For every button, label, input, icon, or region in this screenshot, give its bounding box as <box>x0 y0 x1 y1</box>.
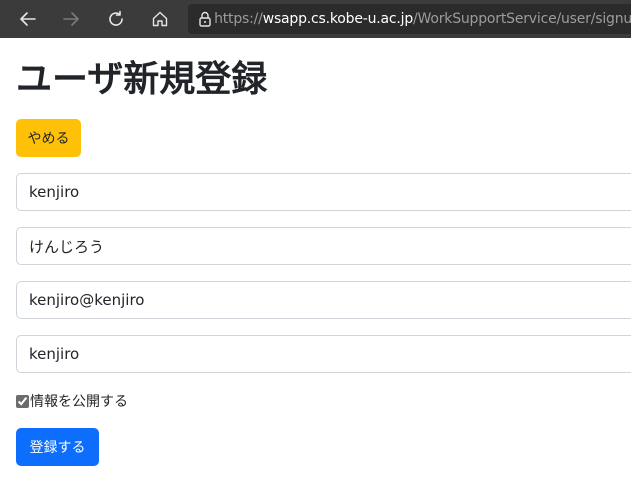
email-field[interactable] <box>16 281 631 319</box>
user-id-field[interactable] <box>16 173 631 211</box>
url-path: /WorkSupportService/user/signup? <box>413 11 631 27</box>
publish-info-label: 情報を公開する <box>30 394 128 410</box>
address-bar[interactable]: https://wsapp.cs.kobe-u.ac.jp/WorkSuppor… <box>188 4 631 34</box>
forward-button[interactable] <box>57 5 85 33</box>
browser-toolbar: https://wsapp.cs.kobe-u.ac.jp/WorkSuppor… <box>0 0 631 38</box>
page-title: ユーザ新規登録 <box>16 59 268 100</box>
url-text: https://wsapp.cs.kobe-u.ac.jp/WorkSuppor… <box>214 11 631 27</box>
publish-info-checkbox[interactable] <box>16 394 29 408</box>
arrow-right-icon <box>63 12 79 26</box>
arrow-left-icon <box>20 12 36 26</box>
url-host: wsapp.cs.kobe-u.ac.jp <box>262 11 414 27</box>
back-button[interactable] <box>14 5 42 33</box>
publish-info-option[interactable]: 情報を公開する <box>16 391 128 411</box>
home-button[interactable] <box>146 5 174 33</box>
reload-icon <box>109 10 123 26</box>
lock-icon[interactable] <box>198 11 214 27</box>
display-name-field[interactable] <box>16 227 631 265</box>
cancel-button[interactable]: やめる <box>16 119 81 157</box>
signup-page: ユーザ新規登録 やめる 情報を公開する 登録する <box>0 38 631 493</box>
password-field[interactable] <box>16 335 631 373</box>
home-icon <box>152 11 168 27</box>
register-button[interactable]: 登録する <box>16 428 99 466</box>
reload-button[interactable] <box>102 5 130 33</box>
url-scheme: https:// <box>214 11 263 27</box>
